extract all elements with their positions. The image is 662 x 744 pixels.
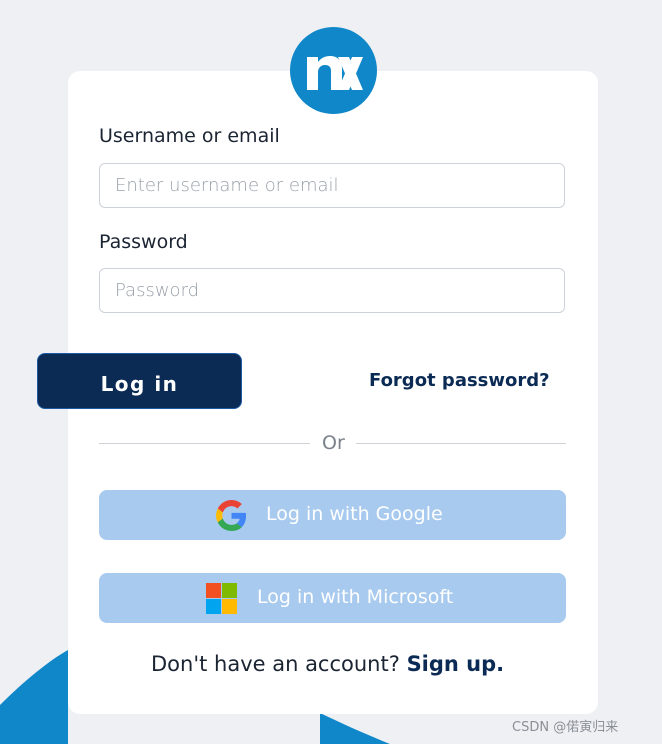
microsoft-login-label: Log in with Microsoft (257, 586, 454, 608)
google-login-button[interactable]: Log in with Google (99, 490, 566, 540)
username-label: Username or email (99, 125, 280, 147)
forgot-password-link[interactable]: Forgot password? (369, 370, 550, 391)
microsoft-login-button[interactable]: Log in with Microsoft (99, 573, 566, 623)
signup-prompt-text: Don't have an account? (151, 652, 400, 676)
divider-right (356, 443, 566, 444)
login-button[interactable]: Log in (37, 353, 242, 409)
nx-logo-icon (290, 27, 377, 114)
signup-link[interactable]: Sign up. (407, 652, 505, 676)
password-input[interactable] (99, 268, 565, 313)
google-login-label: Log in with Google (266, 503, 443, 525)
divider-left (99, 443, 310, 444)
google-icon (216, 500, 247, 531)
microsoft-icon (206, 583, 237, 614)
username-input[interactable] (99, 163, 565, 208)
password-label: Password (99, 231, 188, 253)
watermark: CSDN @偌寅归来 (512, 720, 619, 735)
divider-or-text: Or (322, 432, 345, 454)
signup-prompt: Don't have an account? Sign up. (151, 652, 504, 676)
